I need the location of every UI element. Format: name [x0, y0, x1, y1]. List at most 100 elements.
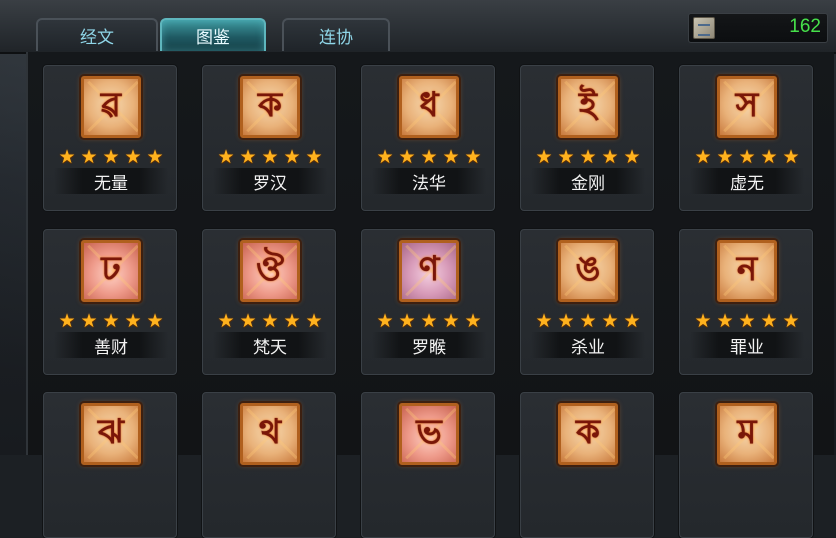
scroll-icon: [693, 17, 715, 39]
rune-glyph: ঢ: [101, 248, 121, 289]
star-icon: ★: [283, 146, 301, 168]
star-icon: ★: [760, 310, 778, 332]
tab-combos[interactable]: 连协: [282, 18, 390, 51]
card-name: 梵天: [253, 338, 287, 358]
star-icon: ★: [398, 310, 416, 332]
currency-display: 162: [688, 13, 828, 43]
star-icon: ★: [124, 146, 142, 168]
rune-glyph: ণ: [418, 248, 440, 289]
codex-card[interactable]: ক: [520, 392, 654, 538]
star-icon: ★: [464, 310, 482, 332]
card-name: 杀业: [571, 338, 605, 358]
codex-card[interactable]: থ: [202, 392, 336, 538]
star-rating: ★ ★ ★ ★ ★: [376, 146, 482, 168]
card-name: 善财: [94, 338, 128, 358]
codex-card[interactable]: ধ ★ ★ ★ ★ ★ 法华: [361, 65, 495, 211]
star-icon: ★: [58, 146, 76, 168]
sanskrit-rune-icon: ধ: [399, 76, 459, 138]
rune-glyph: ঝ: [98, 411, 124, 452]
sanskrit-rune-icon: স: [717, 76, 777, 138]
star-icon: ★: [146, 146, 164, 168]
codex-card[interactable]: ৱ ★ ★ ★ ★ ★ 无量: [43, 65, 177, 211]
rune-glyph: ম: [737, 411, 757, 452]
sanskrit-rune-icon: ঢ: [81, 240, 141, 302]
star-icon: ★: [694, 310, 712, 332]
rune-glyph: ক: [576, 411, 600, 452]
star-icon: ★: [80, 310, 98, 332]
star-icon: ★: [738, 310, 756, 332]
star-icon: ★: [261, 146, 279, 168]
card-name: 法华: [412, 174, 446, 194]
rune-glyph: ভ: [416, 411, 442, 452]
sanskrit-rune-icon: ক: [240, 76, 300, 138]
card-name: 金刚: [571, 174, 605, 194]
codex-card[interactable]: ণ ★ ★ ★ ★ ★ 罗睺: [361, 229, 495, 375]
sanskrit-rune-icon: ঔ: [240, 240, 300, 302]
star-icon: ★: [464, 146, 482, 168]
star-icon: ★: [623, 310, 641, 332]
star-icon: ★: [58, 310, 76, 332]
rune-glyph: ঔ: [256, 248, 284, 289]
star-icon: ★: [80, 146, 98, 168]
star-icon: ★: [261, 310, 279, 332]
star-icon: ★: [623, 146, 641, 168]
star-icon: ★: [239, 146, 257, 168]
star-icon: ★: [102, 146, 120, 168]
star-icon: ★: [601, 310, 619, 332]
star-icon: ★: [535, 146, 553, 168]
tab-codex[interactable]: 图鉴: [160, 18, 266, 51]
star-icon: ★: [124, 310, 142, 332]
codex-card[interactable]: ই ★ ★ ★ ★ ★ 金刚: [520, 65, 654, 211]
star-icon: ★: [217, 146, 235, 168]
codex-card[interactable]: ভ: [361, 392, 495, 538]
star-icon: ★: [782, 310, 800, 332]
star-rating: ★ ★ ★ ★ ★: [217, 146, 323, 168]
star-icon: ★: [305, 146, 323, 168]
codex-card[interactable]: ক ★ ★ ★ ★ ★ 罗汉: [202, 65, 336, 211]
star-rating: ★ ★ ★ ★ ★: [694, 146, 800, 168]
star-icon: ★: [716, 310, 734, 332]
codex-card[interactable]: স ★ ★ ★ ★ ★ 虚无: [679, 65, 813, 211]
star-icon: ★: [305, 310, 323, 332]
star-rating: ★ ★ ★ ★ ★: [694, 310, 800, 332]
sanskrit-rune-icon: ন: [717, 240, 777, 302]
star-icon: ★: [535, 310, 553, 332]
sanskrit-rune-icon: থ: [240, 403, 300, 465]
star-icon: ★: [716, 146, 734, 168]
star-icon: ★: [217, 310, 235, 332]
rune-glyph: ই: [579, 84, 597, 125]
codex-card[interactable]: ন ★ ★ ★ ★ ★ 罪业: [679, 229, 813, 375]
star-rating: ★ ★ ★ ★ ★: [535, 310, 641, 332]
star-rating: ★ ★ ★ ★ ★: [217, 310, 323, 332]
rune-glyph: ক: [258, 84, 282, 125]
star-icon: ★: [239, 310, 257, 332]
star-icon: ★: [376, 310, 394, 332]
sanskrit-rune-icon: ম: [717, 403, 777, 465]
rune-glyph: ন: [736, 248, 758, 289]
star-icon: ★: [420, 310, 438, 332]
sanskrit-rune-icon: ঝ: [81, 403, 141, 465]
card-name: 无量: [94, 174, 128, 194]
star-icon: ★: [283, 310, 301, 332]
codex-card[interactable]: ঙ ★ ★ ★ ★ ★ 杀业: [520, 229, 654, 375]
codex-card[interactable]: ঔ ★ ★ ★ ★ ★ 梵天: [202, 229, 336, 375]
star-rating: ★ ★ ★ ★ ★: [58, 310, 164, 332]
card-name: 罪业: [730, 338, 764, 358]
codex-card[interactable]: ঢ ★ ★ ★ ★ ★ 善财: [43, 229, 177, 375]
sanskrit-rune-icon: ভ: [399, 403, 459, 465]
rune-glyph: থ: [258, 411, 282, 452]
star-icon: ★: [376, 146, 394, 168]
tab-scriptures[interactable]: 经文: [36, 18, 158, 51]
codex-card[interactable]: ঝ: [43, 392, 177, 538]
sanskrit-rune-icon: ঙ: [558, 240, 618, 302]
rune-glyph: ঙ: [575, 248, 601, 289]
codex-grid: ৱ ★ ★ ★ ★ ★ 无量 ক ★ ★ ★ ★ ★ 罗汉 ধ ★ ★ ★ ★ ★ 法华 ই ★ ★ ★ ★ ★ 金刚 স ★ ★ ★ ★ ★ 虚无…: [26, 52, 834, 538]
star-icon: ★: [420, 146, 438, 168]
card-name: 虚无: [730, 174, 764, 194]
sanskrit-rune-icon: ক: [558, 403, 618, 465]
rune-glyph: ৱ: [101, 84, 121, 125]
card-name: 罗汉: [253, 174, 287, 194]
star-icon: ★: [579, 310, 597, 332]
sanskrit-rune-icon: ই: [558, 76, 618, 138]
codex-card[interactable]: ম: [679, 392, 813, 538]
